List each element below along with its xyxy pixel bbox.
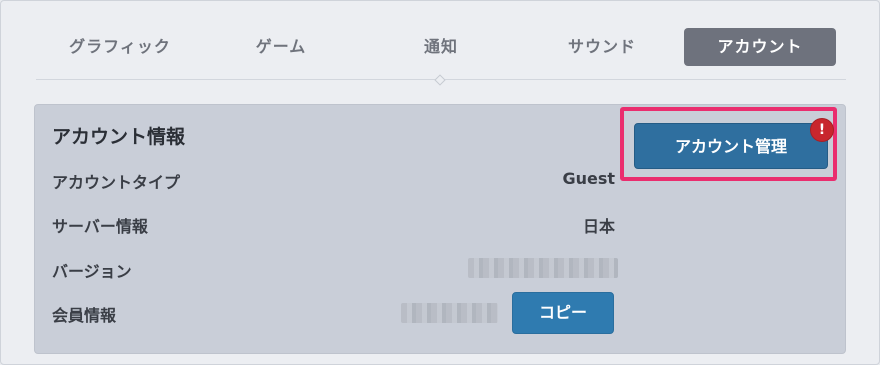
tab-graphics[interactable]: グラフィック — [50, 28, 190, 66]
server-info-label: サーバー情報 — [52, 217, 148, 236]
tab-sound[interactable]: サウンド — [532, 28, 672, 66]
panel-title: アカウント情報 — [52, 126, 186, 148]
tab-account[interactable]: アカウント — [684, 28, 836, 66]
copy-button[interactable]: コピー — [512, 292, 614, 334]
member-info-label: 会員情報 — [52, 306, 117, 325]
tab-game[interactable]: ゲーム — [216, 28, 346, 66]
tab-notifications[interactable]: 通知 — [376, 28, 506, 66]
alert-icon: ! — [810, 118, 834, 142]
settings-tabs: グラフィック ゲーム 通知 サウンド アカウント — [36, 28, 846, 68]
account-type-value: Guest — [562, 169, 615, 188]
account-management-button[interactable]: アカウント管理 — [634, 123, 828, 169]
member-id-redacted — [401, 303, 498, 323]
version-value-redacted — [468, 258, 618, 278]
account-type-label: アカウントタイプ — [52, 173, 181, 192]
server-info-value: 日本 — [582, 217, 615, 236]
version-label: バージョン — [52, 262, 132, 281]
